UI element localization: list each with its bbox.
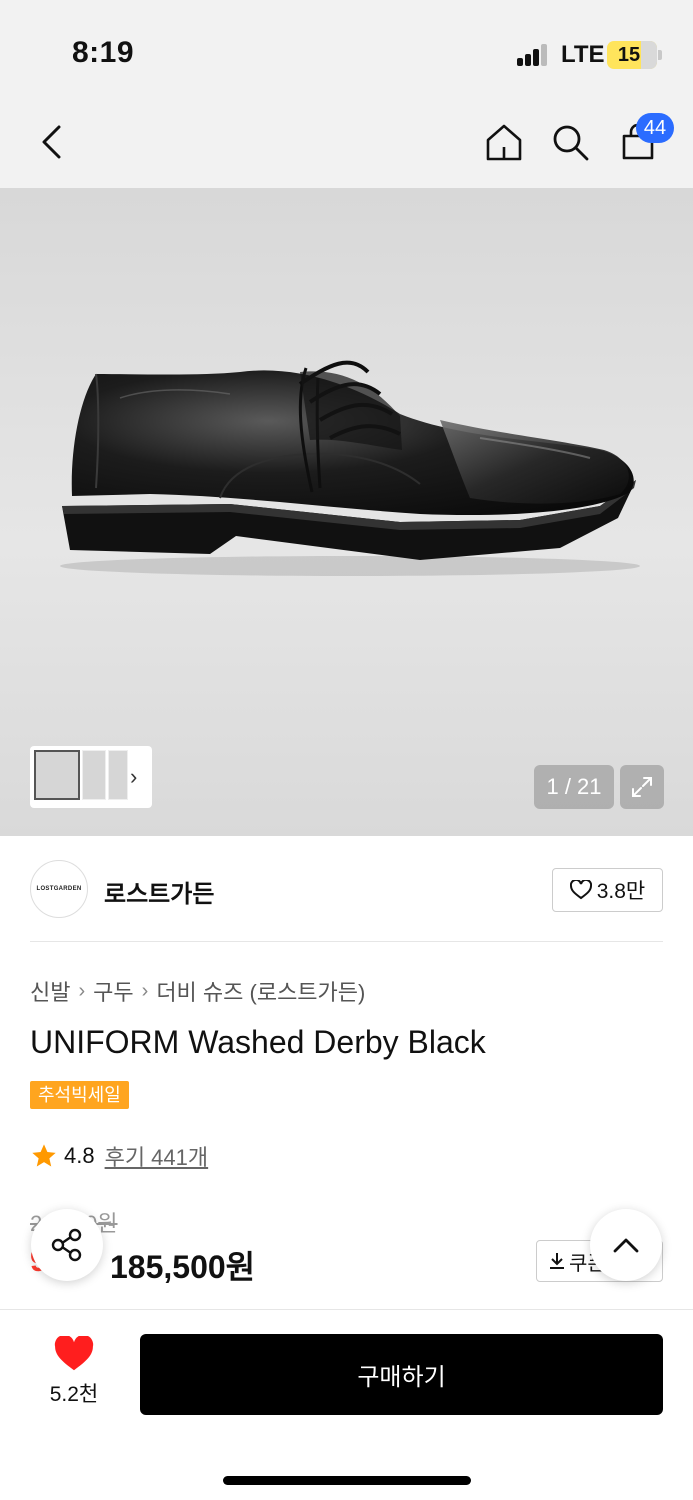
brand-logo-text: LOSTGARDEN (36, 886, 82, 892)
status-bar: 8:19 LTE 15 (0, 0, 693, 100)
cart-count-badge: 44 (636, 113, 674, 143)
breadcrumb-item[interactable]: 구두 (93, 975, 133, 1007)
wishlist-button[interactable]: 5.2천 (30, 1336, 118, 1416)
breadcrumb: 신발 › 구두 › 더비 슈즈 (로스트가든) (30, 975, 365, 1007)
wishlist-count: 5.2천 (49, 1383, 99, 1406)
rating-row: 4.8 후기 441개 (30, 1140, 208, 1172)
product-title: UNIFORM Washed Derby Black (30, 1024, 486, 1060)
chevron-right-icon: › (78, 979, 86, 1002)
rating-value: 4.8 (64, 1143, 95, 1168)
product-image-gallery[interactable]: › 1 / 21 (0, 188, 693, 836)
product-image (60, 360, 640, 576)
sale-badge: 추석빅세일 (30, 1081, 129, 1109)
battery-icon: 15 (607, 41, 657, 69)
top-nav (0, 100, 693, 188)
search-button[interactable] (546, 118, 594, 166)
thumbnail-3[interactable] (108, 750, 128, 800)
back-button[interactable] (28, 118, 76, 166)
thumbnail-strip[interactable]: › (30, 746, 152, 808)
review-link[interactable]: 후기 441개 (105, 1140, 209, 1172)
chevron-up-icon (613, 1238, 639, 1253)
battery-level: 15 (617, 44, 641, 66)
heart-outline-icon (569, 880, 592, 900)
chevron-left-icon (42, 125, 61, 159)
breadcrumb-item[interactable]: 더비 슈즈 (로스트가든) (156, 975, 365, 1007)
image-counter: 1 / 21 (534, 765, 614, 809)
brand-like-count: 3.8만 (596, 880, 646, 903)
chevron-right-icon: › (141, 979, 149, 1002)
buy-button[interactable]: 구매하기 (140, 1334, 663, 1415)
home-indicator (223, 1476, 471, 1485)
star-icon (32, 1144, 56, 1167)
brand-name[interactable]: 로스트가든 (104, 874, 214, 909)
download-icon (550, 1253, 564, 1269)
breadcrumb-item[interactable]: 신발 (30, 975, 70, 1007)
home-icon (486, 124, 522, 161)
status-time: 8:19 (72, 36, 135, 69)
divider (30, 941, 663, 942)
signal-icon (517, 44, 549, 66)
fullscreen-button[interactable] (620, 765, 664, 809)
share-button[interactable] (31, 1209, 103, 1281)
share-icon (51, 1228, 82, 1262)
search-icon (553, 125, 589, 161)
brand-logo[interactable]: LOSTGARDEN (30, 860, 88, 918)
chevron-right-icon[interactable]: › (130, 764, 137, 790)
thumbnail-2[interactable] (82, 750, 106, 800)
network-label: LTE (561, 41, 605, 68)
expand-icon (632, 777, 652, 797)
thumbnail-1[interactable] (34, 750, 80, 800)
home-button[interactable] (480, 118, 528, 166)
heart-icon (54, 1336, 94, 1371)
brand-like-button[interactable]: 3.8만 (552, 868, 663, 912)
scroll-top-button[interactable] (590, 1209, 662, 1281)
bottom-divider (0, 1309, 693, 1310)
sale-price: 185,500원 (110, 1249, 256, 1285)
